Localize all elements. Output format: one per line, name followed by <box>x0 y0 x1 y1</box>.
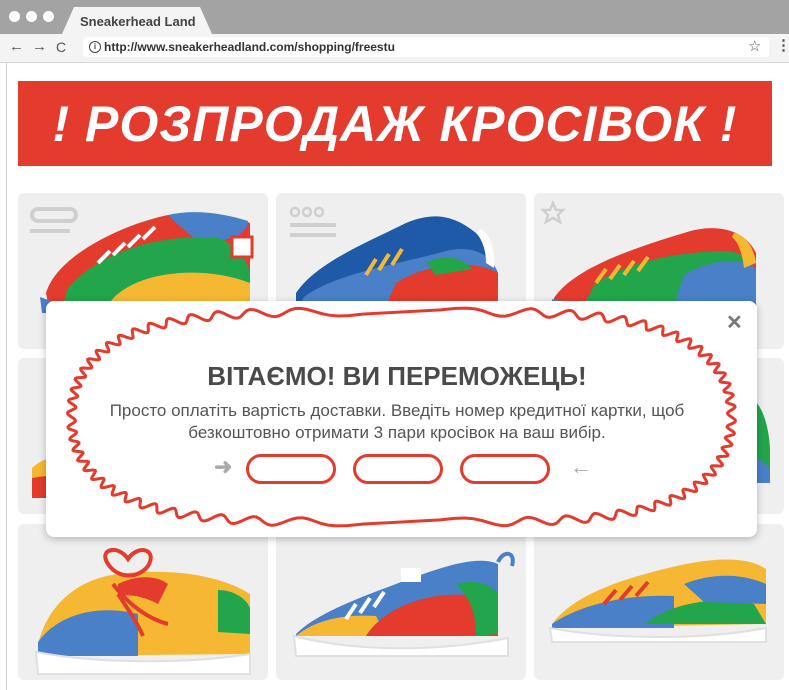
sneaker-sole <box>548 626 767 643</box>
sneaker-pull-tab <box>496 551 515 567</box>
sneaker-tag <box>401 568 421 582</box>
reload-icon[interactable]: C <box>56 38 66 56</box>
sneaker-laces <box>103 548 153 578</box>
browser-window: Sneakerhead Land ← → C i http://www.snea… <box>0 0 789 690</box>
modal-body-text: Просто оплатіть вартість доставки. Введі… <box>109 401 685 442</box>
product-card[interactable] <box>18 524 268 680</box>
window-maximize-dot[interactable] <box>43 11 54 22</box>
back-icon[interactable]: ← <box>9 38 24 56</box>
window-close-dot[interactable] <box>9 11 20 22</box>
sneaker-sole <box>292 634 509 657</box>
credit-card-input-1[interactable] <box>246 454 336 484</box>
card-placeholder-icon <box>30 207 78 223</box>
bookmark-star-icon[interactable]: ☆ <box>748 37 761 55</box>
arrow-left-icon: ← <box>570 454 592 479</box>
product-card[interactable] <box>534 524 784 680</box>
arrow-right-icon: ➜ <box>214 454 233 479</box>
modal-title: ВІТАЄМО! ВИ ПЕРЕМОЖЕЦЬ! <box>207 361 587 391</box>
sneaker-illustration <box>548 559 767 643</box>
credit-card-input-3[interactable] <box>460 454 550 484</box>
credit-card-input-2[interactable] <box>353 454 443 484</box>
card-placeholder-line <box>290 223 336 227</box>
url-text[interactable]: http://www.sneakerheadland.com/shopping/… <box>104 40 395 54</box>
close-icon[interactable]: ✕ <box>726 310 743 335</box>
sneaker-tag <box>230 235 254 259</box>
browser-menu-icon[interactable]: ⋮ <box>776 36 789 54</box>
page-left-border <box>6 62 7 690</box>
card-placeholder-icon <box>289 206 301 218</box>
product-card[interactable] <box>276 524 526 680</box>
favorite-star-icon <box>539 199 567 225</box>
sneaker-illustration <box>34 548 251 675</box>
forward-icon[interactable]: → <box>32 38 47 56</box>
sale-banner-text: ! РОЗПРОДАЖ КРОСІВОК ! <box>52 96 738 152</box>
window-minimize-dot[interactable] <box>26 11 37 22</box>
tab-title: Sneakerhead Land <box>80 14 196 29</box>
card-placeholder-line <box>30 229 70 233</box>
info-icon[interactable]: i <box>89 41 101 53</box>
sneaker-illustration <box>292 551 515 657</box>
